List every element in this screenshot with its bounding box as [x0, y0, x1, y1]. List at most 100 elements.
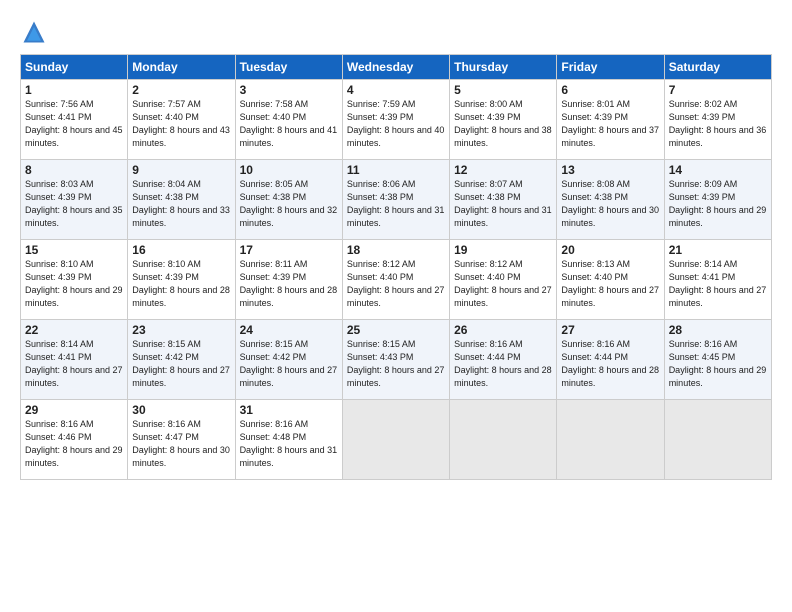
day-info: Sunrise: 8:09 AMSunset: 4:39 PMDaylight:…	[669, 178, 767, 230]
calendar-cell: 10Sunrise: 8:05 AMSunset: 4:38 PMDayligh…	[235, 160, 342, 240]
day-number: 26	[454, 323, 552, 337]
day-number: 28	[669, 323, 767, 337]
calendar-week-5: 29Sunrise: 8:16 AMSunset: 4:46 PMDayligh…	[21, 400, 772, 480]
calendar-cell: 24Sunrise: 8:15 AMSunset: 4:42 PMDayligh…	[235, 320, 342, 400]
day-number: 27	[561, 323, 659, 337]
calendar-cell: 17Sunrise: 8:11 AMSunset: 4:39 PMDayligh…	[235, 240, 342, 320]
day-number: 14	[669, 163, 767, 177]
calendar-cell: 5Sunrise: 8:00 AMSunset: 4:39 PMDaylight…	[450, 80, 557, 160]
logo	[20, 18, 52, 46]
calendar-cell: 2Sunrise: 7:57 AMSunset: 4:40 PMDaylight…	[128, 80, 235, 160]
day-info: Sunrise: 8:16 AMSunset: 4:47 PMDaylight:…	[132, 418, 230, 470]
calendar-table: SundayMondayTuesdayWednesdayThursdayFrid…	[20, 54, 772, 480]
calendar-week-2: 8Sunrise: 8:03 AMSunset: 4:39 PMDaylight…	[21, 160, 772, 240]
calendar-cell: 12Sunrise: 8:07 AMSunset: 4:38 PMDayligh…	[450, 160, 557, 240]
calendar-cell: 14Sunrise: 8:09 AMSunset: 4:39 PMDayligh…	[664, 160, 771, 240]
calendar-cell: 8Sunrise: 8:03 AMSunset: 4:39 PMDaylight…	[21, 160, 128, 240]
calendar-cell: 16Sunrise: 8:10 AMSunset: 4:39 PMDayligh…	[128, 240, 235, 320]
day-number: 5	[454, 83, 552, 97]
calendar-cell: 3Sunrise: 7:58 AMSunset: 4:40 PMDaylight…	[235, 80, 342, 160]
calendar-week-1: 1Sunrise: 7:56 AMSunset: 4:41 PMDaylight…	[21, 80, 772, 160]
col-header-wednesday: Wednesday	[342, 55, 449, 80]
col-header-monday: Monday	[128, 55, 235, 80]
calendar-cell: 29Sunrise: 8:16 AMSunset: 4:46 PMDayligh…	[21, 400, 128, 480]
day-number: 4	[347, 83, 445, 97]
day-info: Sunrise: 8:05 AMSunset: 4:38 PMDaylight:…	[240, 178, 338, 230]
day-number: 22	[25, 323, 123, 337]
day-number: 30	[132, 403, 230, 417]
calendar-cell: 20Sunrise: 8:13 AMSunset: 4:40 PMDayligh…	[557, 240, 664, 320]
day-info: Sunrise: 7:58 AMSunset: 4:40 PMDaylight:…	[240, 98, 338, 150]
calendar-cell: 26Sunrise: 8:16 AMSunset: 4:44 PMDayligh…	[450, 320, 557, 400]
day-number: 16	[132, 243, 230, 257]
calendar-cell: 25Sunrise: 8:15 AMSunset: 4:43 PMDayligh…	[342, 320, 449, 400]
calendar-cell: 27Sunrise: 8:16 AMSunset: 4:44 PMDayligh…	[557, 320, 664, 400]
calendar-week-3: 15Sunrise: 8:10 AMSunset: 4:39 PMDayligh…	[21, 240, 772, 320]
day-number: 19	[454, 243, 552, 257]
day-info: Sunrise: 8:04 AMSunset: 4:38 PMDaylight:…	[132, 178, 230, 230]
day-number: 29	[25, 403, 123, 417]
calendar-cell: 7Sunrise: 8:02 AMSunset: 4:39 PMDaylight…	[664, 80, 771, 160]
calendar-cell: 28Sunrise: 8:16 AMSunset: 4:45 PMDayligh…	[664, 320, 771, 400]
calendar-cell	[664, 400, 771, 480]
day-info: Sunrise: 7:57 AMSunset: 4:40 PMDaylight:…	[132, 98, 230, 150]
day-number: 11	[347, 163, 445, 177]
day-number: 12	[454, 163, 552, 177]
calendar-header-row: SundayMondayTuesdayWednesdayThursdayFrid…	[21, 55, 772, 80]
calendar-cell: 22Sunrise: 8:14 AMSunset: 4:41 PMDayligh…	[21, 320, 128, 400]
day-info: Sunrise: 8:15 AMSunset: 4:43 PMDaylight:…	[347, 338, 445, 390]
calendar-cell: 11Sunrise: 8:06 AMSunset: 4:38 PMDayligh…	[342, 160, 449, 240]
day-info: Sunrise: 8:16 AMSunset: 4:44 PMDaylight:…	[561, 338, 659, 390]
day-number: 7	[669, 83, 767, 97]
day-info: Sunrise: 8:15 AMSunset: 4:42 PMDaylight:…	[132, 338, 230, 390]
calendar-cell: 31Sunrise: 8:16 AMSunset: 4:48 PMDayligh…	[235, 400, 342, 480]
day-number: 15	[25, 243, 123, 257]
day-info: Sunrise: 8:10 AMSunset: 4:39 PMDaylight:…	[132, 258, 230, 310]
day-info: Sunrise: 8:14 AMSunset: 4:41 PMDaylight:…	[25, 338, 123, 390]
day-number: 25	[347, 323, 445, 337]
day-info: Sunrise: 8:08 AMSunset: 4:38 PMDaylight:…	[561, 178, 659, 230]
day-number: 10	[240, 163, 338, 177]
calendar-cell	[450, 400, 557, 480]
col-header-sunday: Sunday	[21, 55, 128, 80]
calendar-cell: 23Sunrise: 8:15 AMSunset: 4:42 PMDayligh…	[128, 320, 235, 400]
day-info: Sunrise: 8:16 AMSunset: 4:46 PMDaylight:…	[25, 418, 123, 470]
day-number: 21	[669, 243, 767, 257]
day-info: Sunrise: 8:16 AMSunset: 4:48 PMDaylight:…	[240, 418, 338, 470]
day-info: Sunrise: 7:56 AMSunset: 4:41 PMDaylight:…	[25, 98, 123, 150]
day-info: Sunrise: 8:06 AMSunset: 4:38 PMDaylight:…	[347, 178, 445, 230]
calendar-cell: 4Sunrise: 7:59 AMSunset: 4:39 PMDaylight…	[342, 80, 449, 160]
col-header-saturday: Saturday	[664, 55, 771, 80]
day-number: 23	[132, 323, 230, 337]
calendar-cell: 13Sunrise: 8:08 AMSunset: 4:38 PMDayligh…	[557, 160, 664, 240]
day-info: Sunrise: 8:01 AMSunset: 4:39 PMDaylight:…	[561, 98, 659, 150]
calendar-cell: 30Sunrise: 8:16 AMSunset: 4:47 PMDayligh…	[128, 400, 235, 480]
calendar-cell	[557, 400, 664, 480]
calendar-cell: 19Sunrise: 8:12 AMSunset: 4:40 PMDayligh…	[450, 240, 557, 320]
day-info: Sunrise: 7:59 AMSunset: 4:39 PMDaylight:…	[347, 98, 445, 150]
day-info: Sunrise: 8:10 AMSunset: 4:39 PMDaylight:…	[25, 258, 123, 310]
day-number: 17	[240, 243, 338, 257]
day-info: Sunrise: 8:03 AMSunset: 4:39 PMDaylight:…	[25, 178, 123, 230]
calendar-cell: 9Sunrise: 8:04 AMSunset: 4:38 PMDaylight…	[128, 160, 235, 240]
day-info: Sunrise: 8:16 AMSunset: 4:44 PMDaylight:…	[454, 338, 552, 390]
day-info: Sunrise: 8:00 AMSunset: 4:39 PMDaylight:…	[454, 98, 552, 150]
col-header-thursday: Thursday	[450, 55, 557, 80]
day-number: 3	[240, 83, 338, 97]
day-info: Sunrise: 8:14 AMSunset: 4:41 PMDaylight:…	[669, 258, 767, 310]
calendar-week-4: 22Sunrise: 8:14 AMSunset: 4:41 PMDayligh…	[21, 320, 772, 400]
day-number: 20	[561, 243, 659, 257]
calendar-cell: 21Sunrise: 8:14 AMSunset: 4:41 PMDayligh…	[664, 240, 771, 320]
day-number: 24	[240, 323, 338, 337]
logo-icon	[20, 18, 48, 46]
day-info: Sunrise: 8:11 AMSunset: 4:39 PMDaylight:…	[240, 258, 338, 310]
calendar-cell: 18Sunrise: 8:12 AMSunset: 4:40 PMDayligh…	[342, 240, 449, 320]
day-number: 9	[132, 163, 230, 177]
day-info: Sunrise: 8:16 AMSunset: 4:45 PMDaylight:…	[669, 338, 767, 390]
calendar-cell: 15Sunrise: 8:10 AMSunset: 4:39 PMDayligh…	[21, 240, 128, 320]
day-number: 18	[347, 243, 445, 257]
day-info: Sunrise: 8:15 AMSunset: 4:42 PMDaylight:…	[240, 338, 338, 390]
day-info: Sunrise: 8:12 AMSunset: 4:40 PMDaylight:…	[454, 258, 552, 310]
day-info: Sunrise: 8:02 AMSunset: 4:39 PMDaylight:…	[669, 98, 767, 150]
calendar-cell: 6Sunrise: 8:01 AMSunset: 4:39 PMDaylight…	[557, 80, 664, 160]
